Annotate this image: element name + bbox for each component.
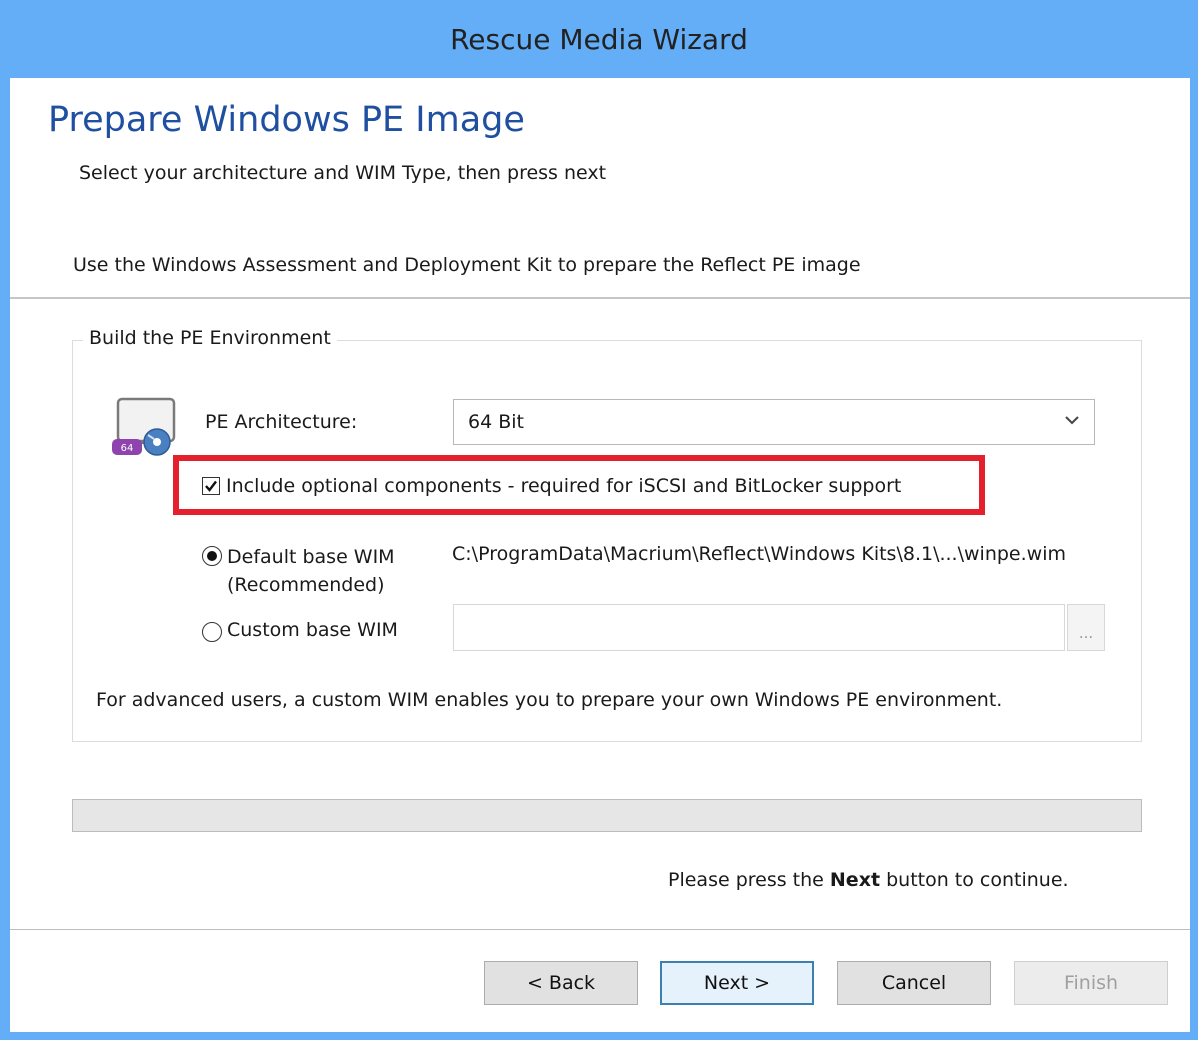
default-wim-recommended: (Recommended): [227, 574, 385, 596]
pe-architecture-value: 64 Bit: [468, 411, 524, 433]
continue-prompt: Please press the Next button to continue…: [668, 869, 1069, 891]
default-wim-option[interactable]: Default base WIM (Recommended): [202, 543, 395, 599]
optional-components-option[interactable]: Include optional components - required f…: [202, 475, 901, 497]
default-wim-path: C:\ProgramData\Macrium\Reflect\Windows K…: [452, 543, 1066, 565]
custom-wim-path-input[interactable]: [453, 604, 1065, 651]
radio-selected-dot: [207, 551, 217, 561]
advanced-users-note: For advanced users, a custom WIM enables…: [96, 689, 1003, 711]
wizard-client-area: Prepare Windows PE Image Select your arc…: [10, 78, 1190, 1032]
optional-components-label: Include optional components - required f…: [226, 475, 902, 497]
prompt-prefix: Please press the: [668, 869, 824, 891]
footer-divider: [10, 929, 1190, 930]
group-legend: Build the PE Environment: [83, 327, 337, 349]
wizard-window: Rescue Media Wizard Prepare Windows PE I…: [0, 0, 1198, 1040]
pe-architecture-dropdown[interactable]: 64 Bit: [453, 399, 1095, 445]
chevron-down-icon: [1065, 416, 1079, 425]
window-title: Rescue Media Wizard: [450, 22, 748, 56]
title-bar[interactable]: Rescue Media Wizard: [8, 0, 1190, 78]
prompt-suffix: button to continue.: [886, 869, 1069, 891]
pe-architecture-label: PE Architecture:: [205, 411, 358, 433]
icon-badge-text: 64: [121, 443, 134, 454]
header-divider: [10, 297, 1190, 299]
cancel-button[interactable]: Cancel: [837, 961, 991, 1005]
back-button[interactable]: < Back: [484, 961, 638, 1005]
checkmark-icon: [205, 480, 217, 492]
progress-bar: [72, 799, 1142, 832]
browse-button[interactable]: ...: [1067, 604, 1105, 651]
page-title: Prepare Windows PE Image: [48, 100, 525, 140]
optional-components-checkbox[interactable]: [202, 477, 220, 495]
custom-wim-radio[interactable]: [202, 622, 222, 642]
pe-monitor-disc-icon: 64: [112, 397, 176, 456]
default-wim-radio[interactable]: [202, 546, 222, 566]
custom-wim-option[interactable]: Custom base WIM: [202, 619, 398, 642]
default-wim-label: Default base WIM: [227, 546, 395, 568]
adk-info-text: Use the Windows Assessment and Deploymen…: [73, 254, 861, 276]
custom-wim-label: Custom base WIM: [227, 619, 398, 641]
next-button[interactable]: Next >: [660, 961, 814, 1005]
page-subtitle: Select your architecture and WIM Type, t…: [79, 162, 607, 184]
finish-button[interactable]: Finish: [1014, 961, 1168, 1005]
default-wim-label-group: Default base WIM (Recommended): [227, 543, 395, 599]
prompt-next-word: Next: [829, 869, 881, 891]
